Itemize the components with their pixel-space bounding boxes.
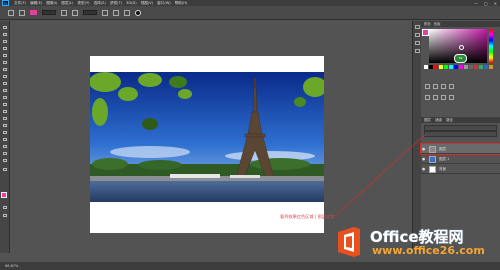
status-bar: 66.67%	[0, 262, 500, 270]
zoom-level: 66.67%	[5, 264, 19, 268]
office-logo-icon	[338, 227, 360, 257]
watermark-url: www.office26.com	[372, 244, 485, 257]
